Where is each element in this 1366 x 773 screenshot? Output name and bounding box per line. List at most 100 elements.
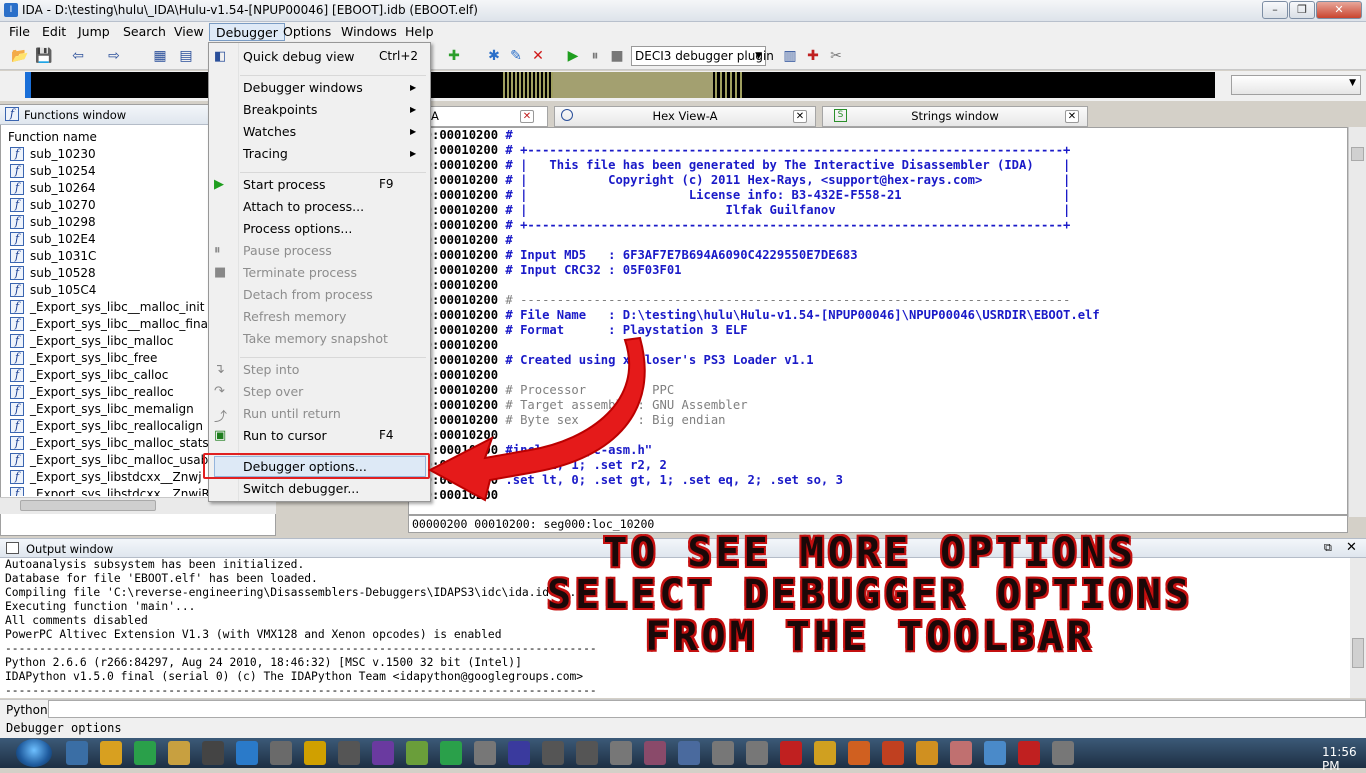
chrome-icon[interactable] [100, 741, 122, 765]
disassembly-line[interactable]: 000:00010200 [410, 278, 1100, 293]
app-icon[interactable] [474, 741, 496, 765]
forward-icon[interactable]: ⇨ [104, 46, 124, 66]
tab-strings-window[interactable]: Strings window [822, 106, 1088, 127]
menu-item-start-process[interactable]: Start process [243, 177, 326, 192]
tool-b-icon[interactable]: ▤ [176, 46, 196, 66]
terminal-icon[interactable] [202, 741, 224, 765]
calculator-icon[interactable] [984, 741, 1006, 765]
output-window-title: Output window [26, 542, 114, 556]
back-icon[interactable]: ⇦ [68, 46, 88, 66]
edit-icon[interactable]: ✎ [506, 46, 526, 66]
menu-item-process-options[interactable]: Process options... [243, 221, 352, 236]
column-header-function-name[interactable]: Function name [8, 130, 97, 144]
menu-search[interactable]: Search [117, 23, 172, 41]
menu-windows[interactable]: Windows [335, 23, 403, 41]
app-icon[interactable] [746, 741, 768, 765]
app-icon[interactable] [542, 741, 564, 765]
app-icon[interactable] [236, 741, 258, 765]
menu-item-attach-to-process[interactable]: Attach to process... [243, 199, 364, 214]
close-icon[interactable]: ✕ [1065, 110, 1079, 123]
filezilla-icon[interactable] [780, 741, 802, 765]
disassembly-line[interactable]: 000:00010200 # | Ilfak Guilfanov | [410, 203, 1100, 218]
menu-item-quick-debug-view[interactable]: Quick debug view [243, 49, 355, 64]
add-icon[interactable]: ✚ [444, 46, 464, 66]
disassembly-line[interactable]: 000:00010200 # Input CRC32 : 05F03F01 [410, 263, 1100, 278]
tab-hex-view-label: Hex View-A [652, 109, 718, 123]
run-icon[interactable]: ▶ [563, 46, 583, 66]
app-icon[interactable] [882, 741, 904, 765]
navigation-select[interactable]: ▼ [1231, 75, 1361, 95]
menu-item-switch-debugger[interactable]: Switch debugger... [243, 481, 359, 496]
navigation-strip[interactable] [25, 72, 1215, 98]
disassembly-line[interactable]: 000:00010200 # -------------------------… [410, 293, 1100, 308]
close-icon[interactable]: ✕ [1346, 540, 1357, 555]
python-command-input[interactable] [48, 700, 1366, 718]
tool-a-icon[interactable]: ▦ [150, 46, 170, 66]
app-icon[interactable] [712, 741, 734, 765]
pause-icon[interactable]: ⏸ [585, 46, 605, 66]
disassembly-line[interactable]: 000:00010200 # [410, 128, 1100, 143]
maximize-button[interactable]: ❐ [1289, 1, 1315, 19]
app-icon[interactable] [1052, 741, 1074, 765]
app-icon[interactable] [848, 741, 870, 765]
float-icon[interactable]: ⧉ [1324, 541, 1332, 555]
menu-item-run-to-cursor[interactable]: Run to cursor [243, 428, 327, 443]
menu-file[interactable]: File [3, 23, 36, 41]
game-icon[interactable] [372, 741, 394, 765]
tool-e-icon[interactable]: ✂ [826, 46, 846, 66]
disassembly-line[interactable]: 000:00010200 # | Copyright (c) 2011 Hex-… [410, 173, 1100, 188]
avatar-icon[interactable] [644, 741, 666, 765]
menu-jump[interactable]: Jump [72, 23, 116, 41]
tool-d-icon[interactable]: ✚ [803, 46, 823, 66]
app-icon[interactable] [678, 741, 700, 765]
save-icon[interactable]: 💾 [34, 46, 54, 66]
menu-edit[interactable]: Edit [36, 23, 72, 41]
sync-icon[interactable] [508, 741, 530, 765]
menu-item-breakpoints[interactable]: Breakpoints [243, 102, 317, 117]
menu-item-watches[interactable]: Watches [243, 124, 296, 139]
taskbar-clock[interactable]: 11:56 PM [1322, 745, 1366, 773]
menu-view[interactable]: View [168, 23, 210, 41]
disassembly-line[interactable]: 000:00010200 # +------------------------… [410, 218, 1100, 233]
app-icon[interactable] [950, 741, 972, 765]
tool-c-icon[interactable]: ▥ [780, 46, 800, 66]
disassembly-line[interactable]: 000:00010200 # File Name : D:\testing\hu… [410, 308, 1100, 323]
ie-icon[interactable] [66, 741, 88, 765]
stop-icon[interactable]: ■ [607, 46, 627, 66]
app-icon[interactable] [440, 741, 462, 765]
close-window-button[interactable]: ✕ [1316, 1, 1362, 19]
menu-item-tracing[interactable]: Tracing [243, 146, 288, 161]
explorer-icon[interactable] [168, 741, 190, 765]
close-icon[interactable]: ✕ [793, 110, 807, 123]
python-label[interactable]: Python [6, 703, 48, 717]
tab-hex-view[interactable]: Hex View-A [554, 106, 816, 127]
close-icon[interactable]: ✕ [520, 110, 534, 123]
app-icon[interactable] [916, 741, 938, 765]
app-icon[interactable] [576, 741, 598, 765]
disassembly-line[interactable]: 000:00010200 # Input MD5 : 6F3AF7E7B694A… [410, 248, 1100, 263]
bug-icon[interactable] [338, 741, 360, 765]
app-icon[interactable] [610, 741, 632, 765]
menu-options[interactable]: Options [277, 23, 337, 41]
disassembly-line[interactable]: 000:00010200 # | License info: B3-432E-F… [410, 188, 1100, 203]
menu-item-debugger-windows[interactable]: Debugger windows [243, 80, 363, 95]
app-icon[interactable] [814, 741, 836, 765]
delete-icon[interactable]: ✕ [528, 46, 548, 66]
disassembly-line[interactable]: 000:00010200 # [410, 233, 1100, 248]
disassembly-vertical-scrollbar[interactable] [1348, 127, 1366, 517]
android-icon[interactable] [406, 741, 428, 765]
tool-icon[interactable] [270, 741, 292, 765]
start-button[interactable] [16, 739, 52, 767]
output-vertical-scrollbar[interactable] [1350, 558, 1366, 698]
menu-debugger[interactable]: Debugger [209, 23, 285, 41]
menu-help[interactable]: Help [399, 23, 440, 41]
evernote-icon[interactable] [134, 741, 156, 765]
disassembly-line[interactable]: 000:00010200 # +------------------------… [410, 143, 1100, 158]
breakpoint-icon[interactable]: ✱ [484, 46, 504, 66]
pdf-icon[interactable] [1018, 741, 1040, 765]
media-icon[interactable] [304, 741, 326, 765]
minimize-button[interactable]: – [1262, 1, 1288, 19]
open-icon[interactable]: 📂 [10, 46, 30, 66]
disassembly-line[interactable]: 000:00010200 # | This file has been gene… [410, 158, 1100, 173]
debugger-select[interactable]: DECI3 debugger plugin ▼ [631, 46, 774, 66]
